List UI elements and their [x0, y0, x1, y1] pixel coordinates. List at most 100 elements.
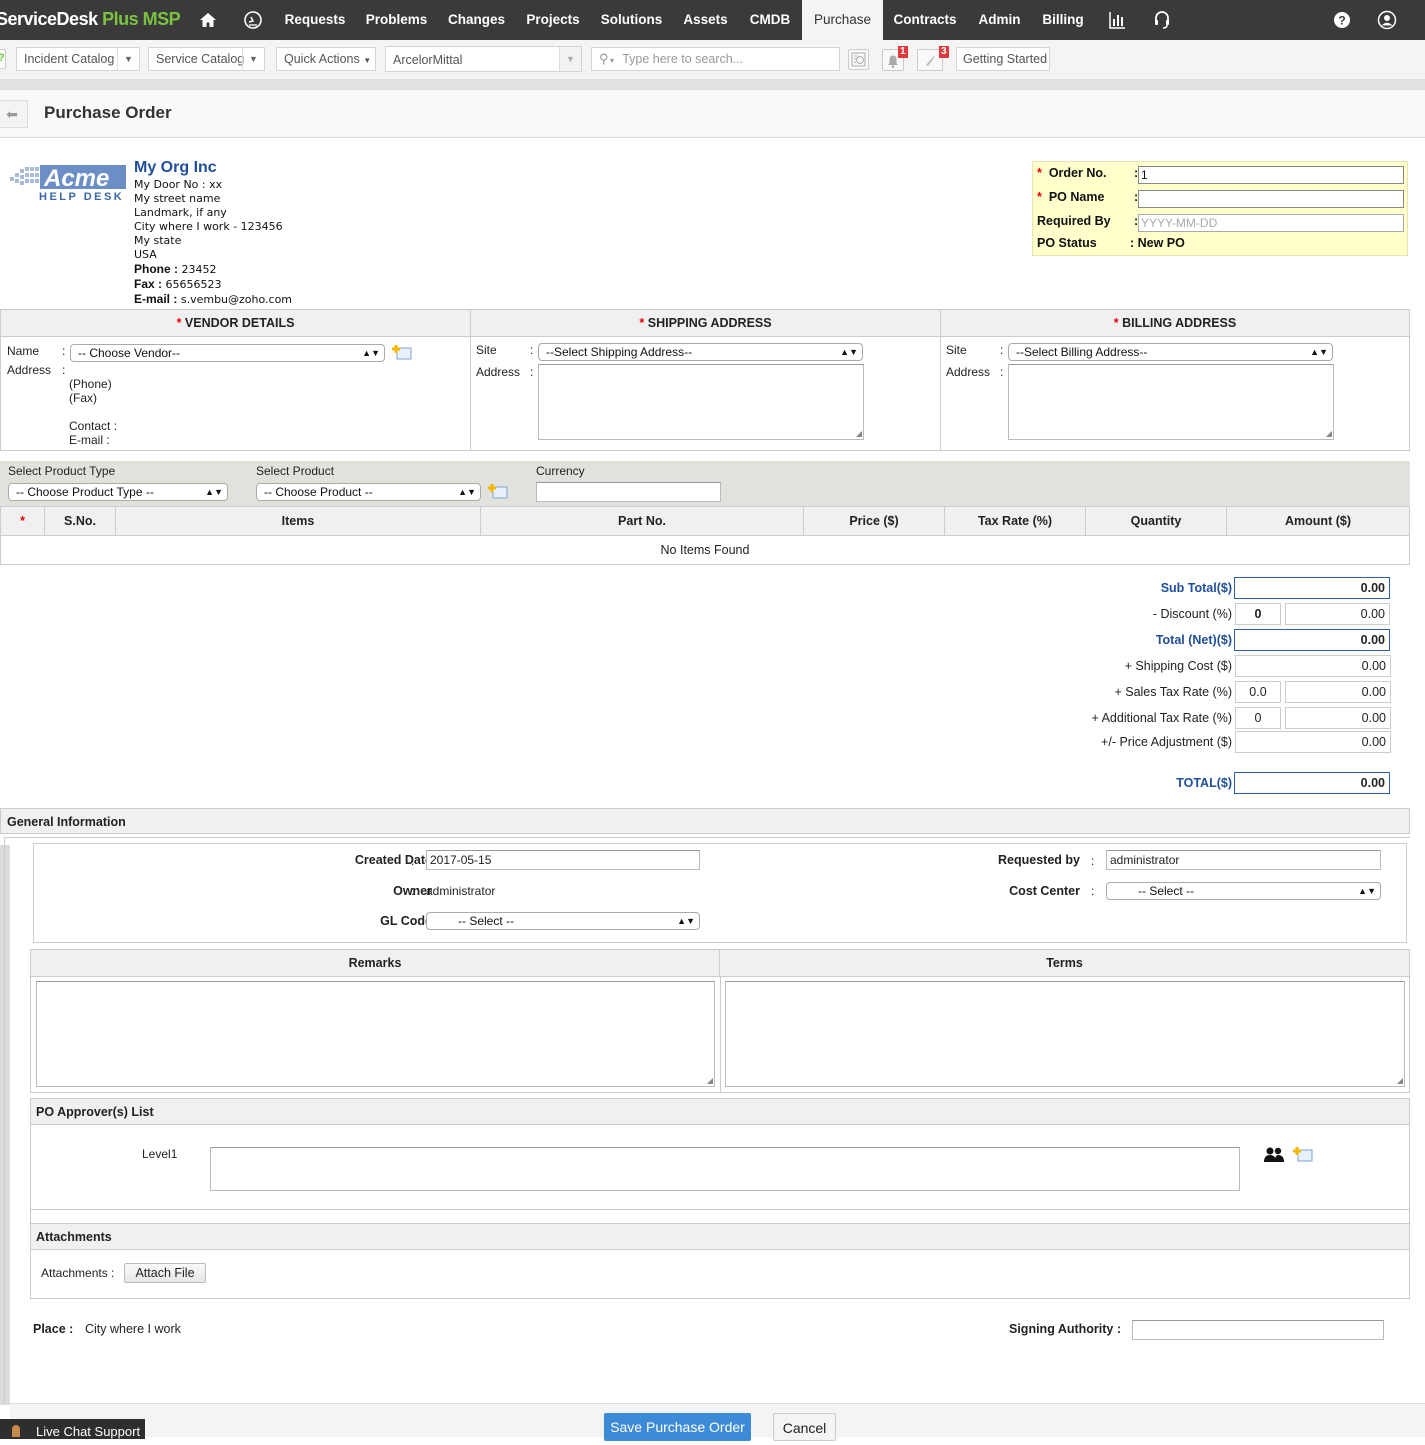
- billing-address-select[interactable]: --Select Billing Address-- ▲▼: [1008, 343, 1333, 361]
- empty-items-message: No Items Found: [660, 543, 750, 557]
- column-header[interactable]: Amount ($): [1227, 507, 1409, 536]
- discount-percent-input[interactable]: 0: [1235, 603, 1281, 625]
- service-catalog-button[interactable]: Service Catalog ▼: [148, 47, 265, 71]
- notifications-bell-icon[interactable]: 1: [882, 46, 908, 71]
- vendor-select[interactable]: -- Choose Vendor-- ▲▼: [70, 344, 385, 362]
- sales-tax-label: + Sales Tax Rate (%): [1114, 685, 1232, 699]
- column-header[interactable]: Price ($): [804, 507, 945, 536]
- org-phone: Phone : 23452: [134, 262, 217, 276]
- reports-icon[interactable]: [1107, 10, 1127, 30]
- column-header[interactable]: S.No.: [45, 507, 116, 536]
- back-arrow-icon[interactable]: ⬅: [0, 100, 28, 128]
- shipping-address-select[interactable]: --Select Shipping Address-- ▲▼: [538, 343, 863, 361]
- dashboard-icon[interactable]: [243, 10, 263, 30]
- grand-total-label: TOTAL($): [1176, 776, 1232, 790]
- column-header[interactable]: Items: [116, 507, 481, 536]
- subtotal-field: 0.00: [1234, 577, 1390, 599]
- required-by-date-input[interactable]: YYYY-MM-DD: [1138, 214, 1404, 232]
- select-arrows-icon: ▲▼: [205, 487, 223, 497]
- support-headset-icon[interactable]: [1152, 10, 1172, 30]
- svg-text:?: ?: [1338, 14, 1345, 28]
- shipping-address-textarea[interactable]: ◢: [538, 364, 864, 440]
- chevron-down-icon: ▼: [117, 48, 139, 70]
- column-header: *: [1, 507, 45, 536]
- price-adjustment-input[interactable]: 0.00: [1235, 731, 1391, 753]
- user-profile-icon[interactable]: [1377, 10, 1397, 30]
- svg-text:HELP DESK: HELP DESK: [39, 191, 124, 203]
- required-marker: *: [1037, 190, 1042, 204]
- gl-code-select[interactable]: -- Select -- ▲▼: [426, 912, 700, 930]
- additional-tax-amount-field: 0.00: [1285, 707, 1391, 729]
- select-arrows-icon: ▲▼: [458, 487, 476, 497]
- terms-textarea[interactable]: ◢: [725, 981, 1405, 1087]
- add-product-icon[interactable]: [488, 483, 508, 499]
- currency-input[interactable]: [536, 482, 721, 502]
- search-input[interactable]: ⚲▼ Type here to search...: [591, 47, 840, 71]
- new-request-icon[interactable]: ?: [0, 49, 6, 69]
- page-title: Purchase Order: [44, 103, 172, 122]
- shipping-cost-input[interactable]: 0.00: [1235, 655, 1391, 677]
- nav-projects[interactable]: Projects: [521, 0, 585, 40]
- nav-admin[interactable]: Admin: [974, 0, 1025, 40]
- level1-approvers-field[interactable]: [210, 1147, 1240, 1191]
- discount-label: - Discount (%): [1152, 607, 1232, 621]
- column-header[interactable]: Quantity: [1086, 507, 1227, 536]
- incident-catalog-button[interactable]: Incident Catalog ▼: [16, 47, 140, 71]
- nav-requests[interactable]: Requests: [281, 0, 349, 40]
- column-header[interactable]: Tax Rate (%): [945, 507, 1086, 536]
- chevron-down-icon: ▼: [242, 48, 264, 70]
- resize-grip-icon[interactable]: ◢: [707, 1076, 713, 1085]
- po-status-value: : New PO: [1130, 236, 1185, 250]
- sales-tax-rate-input[interactable]: 0.0: [1235, 681, 1281, 703]
- brand-logo[interactable]: ServiceDesk Plus MSP: [0, 9, 181, 30]
- add-approver-icon[interactable]: [1293, 1146, 1313, 1162]
- billing-address-textarea[interactable]: ◢: [1008, 364, 1334, 440]
- po-name-input[interactable]: [1138, 190, 1404, 208]
- additional-tax-rate-input[interactable]: 0: [1235, 707, 1281, 729]
- getting-started-button[interactable]: Getting Started: [956, 47, 1050, 71]
- cost-center-select[interactable]: -- Select -- ▲▼: [1106, 882, 1381, 900]
- nav-contracts[interactable]: Contracts: [890, 0, 960, 40]
- add-vendor-icon[interactable]: [392, 344, 412, 360]
- chevron-down-icon: ▼: [363, 56, 372, 65]
- additional-tax-label: + Additional Tax Rate (%): [1091, 711, 1232, 725]
- select-approvers-users-icon[interactable]: [1263, 1147, 1285, 1163]
- resize-grip-icon[interactable]: ◢: [1326, 429, 1332, 438]
- resize-grip-icon[interactable]: ◢: [856, 429, 862, 438]
- created-date-input[interactable]: 2017-05-15: [426, 850, 700, 870]
- nav-purchase[interactable]: Purchase: [802, 0, 883, 40]
- remarks-textarea[interactable]: ◢: [36, 981, 715, 1087]
- org-address: My Door No : xx My street name Landmark,…: [134, 178, 293, 306]
- org-email: E-mail : s.vembu@zoho.com: [134, 292, 293, 306]
- nav-assets[interactable]: Assets: [678, 0, 733, 40]
- product-type-select[interactable]: -- Choose Product Type -- ▲▼: [8, 483, 228, 501]
- nav-solutions[interactable]: Solutions: [597, 0, 666, 40]
- order-no-input[interactable]: 1: [1138, 166, 1404, 184]
- select-arrows-icon: ▲▼: [840, 347, 858, 357]
- place-value: City where I work: [85, 1322, 181, 1336]
- net-total-label: Total (Net)($): [1155, 633, 1232, 647]
- live-chat-support-button[interactable]: Live Chat Support: [0, 1419, 145, 1439]
- resize-grip-icon[interactable]: ◢: [1397, 1076, 1403, 1085]
- history-icon[interactable]: [848, 49, 869, 70]
- home-icon[interactable]: [198, 10, 218, 30]
- help-icon[interactable]: ?: [1332, 10, 1352, 30]
- account-selector[interactable]: ArcelorMittal ▼: [385, 46, 582, 72]
- quick-actions-button[interactable]: Quick Actions ▼: [276, 47, 376, 71]
- nav-problems[interactable]: Problems: [361, 0, 432, 40]
- announcements-rocket-icon[interactable]: 3: [917, 46, 949, 71]
- nav-billing[interactable]: Billing: [1039, 0, 1087, 40]
- quick-toolbar: ? Incident Catalog▼ Service Catalog▼ Qui…: [0, 40, 1425, 80]
- column-header[interactable]: Part No.: [481, 507, 804, 536]
- required-marker: *: [1037, 166, 1042, 180]
- signing-authority-input[interactable]: [1132, 1320, 1384, 1340]
- nav-changes[interactable]: Changes: [444, 0, 509, 40]
- nav-cmdb[interactable]: CMDB: [745, 0, 795, 40]
- vendor-details-section: * VENDOR DETAILS Name : -- Choose Vendor…: [1, 310, 471, 450]
- product-select[interactable]: -- Choose Product -- ▲▼: [256, 483, 481, 501]
- attach-file-button[interactable]: Attach File: [124, 1263, 206, 1283]
- org-logo: Acme HELP DESK: [10, 165, 128, 205]
- billing-address-section: * BILLING ADDRESS Site : --Select Billin…: [941, 310, 1409, 450]
- po-details-box: * Order No.: 1 * PO Name: Required By: Y…: [1032, 161, 1408, 256]
- requested-by-input[interactable]: administrator: [1106, 850, 1381, 870]
